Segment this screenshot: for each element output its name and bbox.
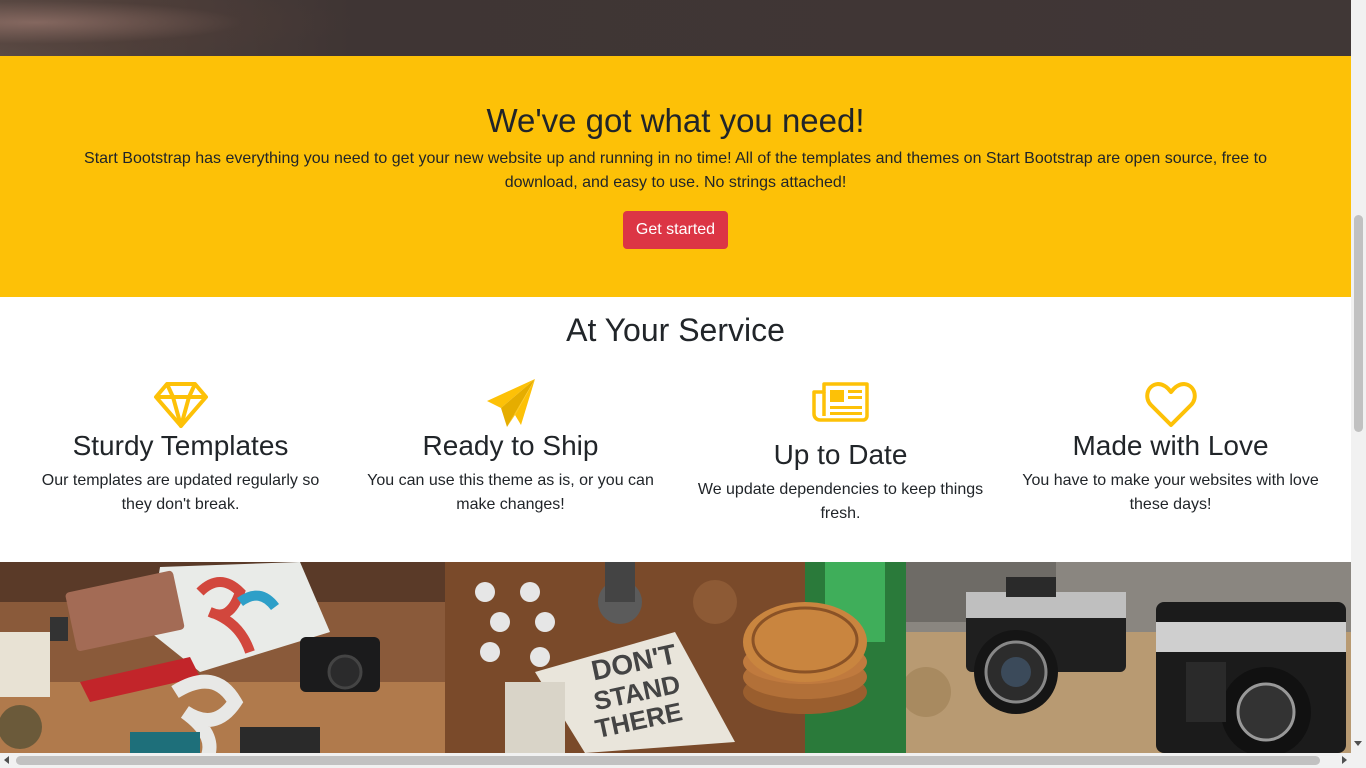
vertical-scrollbar[interactable] — [1351, 0, 1366, 753]
callout-section: We've got what you need! Start Bootstrap… — [0, 56, 1351, 297]
services-title: At Your Service — [566, 312, 785, 348]
service-item-up-to-date: Up to Date We update dependencies to kee… — [690, 382, 991, 526]
portfolio-item-workspace[interactable] — [0, 562, 445, 753]
newspaper-icon — [811, 382, 869, 422]
hero-section-bottom — [0, 0, 1351, 56]
paper-plane-icon — [486, 379, 535, 427]
service-text: You can use this theme as is, or you can… — [367, 472, 654, 513]
portfolio-image-coasters-cards: DON'T STAND THERE — [445, 562, 906, 753]
horizontal-scrollbar[interactable] — [0, 753, 1366, 768]
service-title: Up to Date — [773, 439, 908, 470]
portfolio-item-coasters[interactable]: DON'T STAND THERE — [445, 562, 906, 753]
vertical-scrollbar-thumb[interactable] — [1354, 215, 1363, 432]
service-text: We update dependencies to keep things fr… — [697, 481, 984, 522]
service-text: Our templates are updated regularly so t… — [41, 472, 320, 513]
portfolio-image-cameras — [906, 562, 1351, 753]
service-title: Made with Love — [1072, 430, 1269, 461]
horizontal-scrollbar-thumb[interactable] — [16, 756, 1320, 765]
scroll-left-arrow-icon[interactable] — [4, 756, 9, 764]
scroll-down-arrow-icon[interactable] — [1354, 741, 1362, 746]
page: We've got what you need! Start Bootstrap… — [0, 0, 1351, 753]
scroll-right-arrow-icon[interactable] — [1342, 756, 1347, 764]
service-item-ready-to-ship: Ready to Ship You can use this theme as … — [360, 379, 661, 517]
portfolio-item-cameras[interactable] — [906, 562, 1351, 753]
callout-text: Start Bootstrap has everything you need … — [84, 150, 1267, 191]
callout-title: We've got what you need! — [486, 102, 865, 139]
service-text: You have to make your websites with love… — [1022, 472, 1319, 513]
hero-background-image — [0, 0, 360, 56]
service-item-sturdy-templates: Sturdy Templates Our templates are updat… — [30, 381, 331, 517]
service-title: Ready to Ship — [422, 430, 599, 461]
service-item-made-with-love: Made with Love You have to make your web… — [1020, 381, 1321, 517]
services-section: At Your Service Sturdy Templates Our tem… — [0, 297, 1351, 562]
get-started-button[interactable]: Get started — [623, 211, 728, 249]
portfolio-image-workspace-desk — [0, 562, 445, 753]
heart-icon — [1144, 382, 1197, 427]
service-title: Sturdy Templates — [72, 430, 289, 461]
diamond-icon — [153, 382, 208, 428]
portfolio-section: DON'T STAND THERE — [0, 562, 1351, 753]
